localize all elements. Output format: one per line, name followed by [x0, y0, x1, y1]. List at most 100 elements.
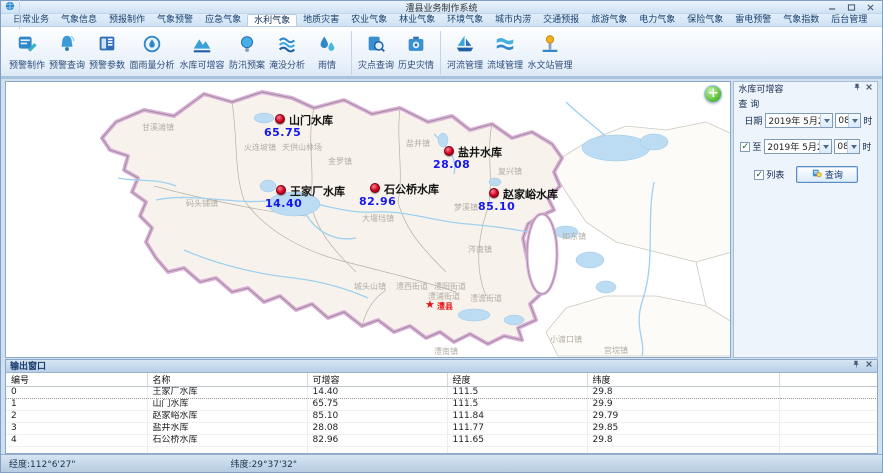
table-row[interactable]: 3盐井水库28.08111.7729.85 [6, 422, 878, 434]
reservoir-marker[interactable] [444, 146, 454, 156]
town-label: 码头铺镇 [186, 198, 218, 209]
toolbar-button-river[interactable]: 河流管理 [445, 30, 485, 72]
town-label: 澧南镇 [434, 346, 458, 357]
column-header[interactable] [779, 373, 878, 387]
reservoir-marker[interactable] [275, 114, 285, 124]
town-label: 梦溪镇 [454, 202, 478, 213]
date-to-combo[interactable]: 2019年 5月25日 [764, 139, 832, 154]
menu-item-16[interactable]: 雷电预警 [729, 14, 777, 26]
history-icon [405, 31, 427, 57]
menu-item-14[interactable]: 电力气象 [633, 14, 681, 26]
menu-item-4[interactable]: 气象预警 [151, 14, 199, 26]
map-add-button[interactable]: + [704, 85, 722, 103]
title-bar: | 澧县业务制作系统 [1, 1, 882, 14]
menu-item-12[interactable]: 交通预报 [537, 14, 585, 26]
toolbar-button-disaster-search[interactable]: 灾点查询 [356, 30, 396, 72]
toolbar-button-basin[interactable]: 流域管理 [485, 30, 525, 72]
menu-item-9[interactable]: 林业气象 [393, 14, 441, 26]
toolbar-separator [440, 31, 441, 75]
town-label: 涔南镇 [468, 244, 492, 255]
column-header[interactable]: 经度 [447, 373, 587, 387]
menu-item-18[interactable]: 后台管理 [825, 14, 873, 26]
menu-item-11[interactable]: 城市内涝 [489, 14, 537, 26]
date-from-combo[interactable]: 2019年 5月24日 [765, 113, 833, 128]
column-header[interactable]: 可增容 [307, 373, 447, 387]
table-cell: 82.96 [307, 434, 447, 446]
table-cell: 65.75 [307, 398, 447, 410]
town-label: 澧西街道 [396, 281, 428, 292]
basin-icon [494, 31, 516, 57]
output-table: 编号名称可增容经度纬度 0王家厂水库14.40111.529.81山门水库65.… [6, 373, 878, 455]
menu-item-2[interactable]: 气象信息 [55, 14, 103, 26]
toolbar-label: 面雨量分析 [129, 58, 174, 71]
hour-to-value: 08 [835, 142, 847, 152]
reservoir-value: 85.10 [478, 200, 515, 213]
column-header[interactable]: 名称 [147, 373, 307, 387]
table-cell [6, 446, 147, 454]
to-checkbox[interactable]: ✓ [740, 142, 750, 152]
table-row[interactable]: 2赵家峪水库85.10111.8429.79 [6, 410, 878, 422]
rain-icon [316, 31, 338, 57]
toolbar-button-book[interactable]: 预警参数 [87, 30, 127, 72]
toolbar-button-bell[interactable]: 预警查询 [47, 30, 87, 72]
output-title: 输出窗口 [10, 359, 46, 372]
table-row[interactable]: 0王家厂水库14.40111.529.8 [6, 386, 878, 398]
toolbar-button-hydro-station[interactable]: 水文站管理 [525, 30, 575, 72]
menu-item-5[interactable]: 应急气象 [199, 14, 247, 26]
chevron-down-icon[interactable] [847, 140, 859, 153]
column-header[interactable]: 纬度 [587, 373, 779, 387]
toolbar-button-history[interactable]: 历史灾情 [396, 30, 436, 72]
table-cell: 1 [6, 398, 147, 410]
toolbar-button-rain-gauge[interactable]: 面雨量分析 [127, 30, 177, 72]
toolbar-label: 水库可增容 [179, 58, 224, 71]
menu-item-10[interactable]: 环境气象 [441, 14, 489, 26]
empty-row [6, 446, 878, 454]
town-label: 甘溪滩镇 [142, 122, 174, 133]
table-cell: 盐井水库 [147, 422, 307, 434]
reservoir-value: 82.96 [359, 195, 396, 208]
toolbar-button-rain[interactable]: 雨情 [307, 30, 347, 72]
column-header[interactable]: 编号 [6, 373, 147, 387]
toolbar-button-bulb[interactable]: 防汛预案 [227, 30, 267, 72]
close-button[interactable] [862, 2, 878, 12]
table-row[interactable]: 1山门水库65.75111.529.9 [6, 398, 878, 410]
menu-item-7[interactable]: 地质灾害 [297, 14, 345, 26]
toolbar-button-warn-edit[interactable]: 预警制作 [7, 30, 47, 72]
menu-item-13[interactable]: 旅游气象 [585, 14, 633, 26]
window-title: 澧县业务制作系统 [405, 1, 477, 14]
output-window: 输出窗口 编号名称可增容经度纬度 0王家厂水库14.40111.529.81山门… [5, 359, 878, 455]
table-cell [147, 446, 307, 454]
table-row[interactable]: 4石公桥水库82.96111.6529.8 [6, 434, 878, 446]
reservoir-value: 28.08 [433, 158, 470, 171]
map-panel[interactable]: 甘溪滩镇火连坡镇天供山林场金罗镇盐井镇复兴镇梦溪镇码头铺镇大堰垱镇涔南镇如东镇城… [5, 81, 731, 358]
minimize-button[interactable] [824, 2, 840, 12]
hour-to-combo[interactable]: 08 [834, 139, 860, 154]
menu-item-6[interactable]: 水利气象 [247, 14, 297, 26]
panel-close-icon[interactable] [865, 83, 873, 94]
table-cell: 111.5 [447, 386, 587, 398]
chevron-down-icon[interactable] [819, 140, 831, 153]
toolbar-button-reservoir[interactable]: 水库可增容 [177, 30, 227, 72]
toolbar-button-flood[interactable]: 淹没分析 [267, 30, 307, 72]
menu-item-8[interactable]: 农业气象 [345, 14, 393, 26]
output-close-icon[interactable] [865, 360, 873, 371]
menu-item-15[interactable]: 保险气象 [681, 14, 729, 26]
toolbar-label: 灾点查询 [358, 58, 394, 71]
reservoir-marker[interactable] [489, 188, 499, 198]
maximize-button[interactable] [843, 2, 859, 12]
output-pin-icon[interactable] [852, 360, 860, 371]
reservoir-marker[interactable] [370, 183, 380, 193]
menu-item-17[interactable]: 气象指数 [777, 14, 825, 26]
chevron-down-icon[interactable] [820, 114, 832, 127]
panel-pin-icon[interactable] [853, 83, 861, 94]
chevron-down-icon[interactable] [848, 114, 860, 127]
hour-from-combo[interactable]: 08 [835, 113, 861, 128]
list-checkbox[interactable]: ✓ [754, 170, 764, 180]
query-button[interactable]: 查询 [796, 166, 858, 183]
reservoir-marker[interactable] [276, 185, 286, 195]
menu-item-3[interactable]: 预报制作 [103, 14, 151, 26]
toolbar-label: 水文站管理 [527, 58, 572, 71]
table-cell: 3 [6, 422, 147, 434]
menu-item-1[interactable]: 日常业务 [7, 14, 55, 26]
list-label: 列表 [766, 168, 784, 181]
